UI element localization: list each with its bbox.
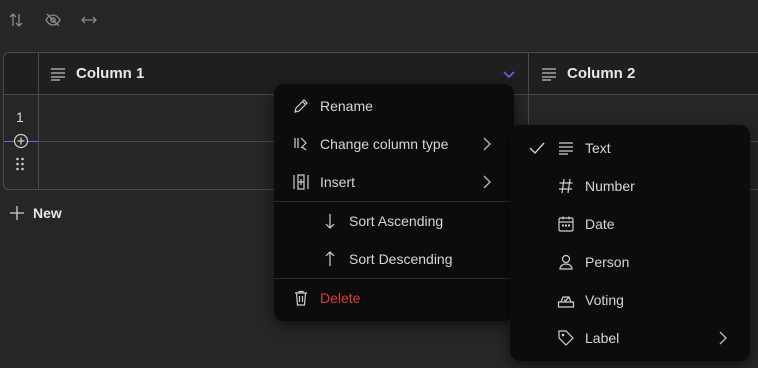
menu-item-insert[interactable]: Insert — [274, 163, 514, 201]
type-option-label[interactable]: Label — [510, 319, 750, 357]
type-option-label: Person — [585, 254, 630, 270]
plus-icon — [10, 206, 24, 220]
column-1-title[interactable]: Column 1 — [76, 65, 144, 82]
new-row-label: New — [33, 205, 62, 221]
ballot-box-icon — [557, 296, 575, 308]
type-option-label-text: Label — [585, 330, 620, 346]
insert-column-icon — [293, 174, 309, 190]
pencil-icon — [294, 99, 308, 113]
type-option-label: Text — [585, 140, 611, 156]
row-number: 1 — [16, 109, 24, 125]
text-type-icon — [542, 68, 556, 81]
text-type-icon — [51, 68, 65, 81]
menu-item-label: Sort Descending — [349, 251, 453, 267]
type-option-date[interactable]: Date — [510, 205, 750, 243]
menu-item-label: Change column type — [320, 136, 449, 152]
person-icon — [559, 254, 573, 270]
type-option-number[interactable]: Number — [510, 167, 750, 205]
add-row-icon[interactable] — [13, 133, 29, 149]
text-type-icon — [559, 142, 573, 155]
type-option-person[interactable]: Person — [510, 243, 750, 281]
type-option-text[interactable]: Text — [510, 129, 750, 167]
checkmark-icon — [529, 142, 545, 155]
change-type-icon — [294, 137, 307, 151]
new-row-button[interactable]: New — [9, 203, 69, 223]
column-type-submenu: Text Number Date Person Voting Label — [510, 125, 750, 361]
menu-item-delete[interactable]: Delete — [274, 279, 514, 317]
chevron-down-icon[interactable] — [503, 69, 515, 79]
arrow-up-icon — [325, 251, 335, 266]
tag-icon — [558, 330, 574, 346]
sort-arrows-icon[interactable] — [7, 11, 25, 29]
type-option-label: Date — [585, 216, 615, 232]
drag-handle-icon[interactable] — [15, 157, 25, 171]
column-2-title[interactable]: Column 2 — [567, 65, 635, 82]
menu-item-label: Insert — [320, 174, 356, 190]
arrow-down-icon — [325, 214, 335, 229]
resize-arrows-icon[interactable] — [80, 11, 98, 29]
chevron-right-icon — [719, 331, 727, 345]
hash-icon — [559, 178, 573, 194]
menu-item-sort-ascending[interactable]: Sort Ascending — [274, 202, 514, 240]
column-context-menu: Rename Change column type Insert Sort As… — [274, 84, 514, 321]
menu-item-change-column-type[interactable]: Change column type — [274, 125, 514, 163]
hide-eye-icon[interactable] — [44, 11, 62, 29]
menu-item-rename[interactable]: Rename — [274, 87, 514, 125]
menu-item-label: Rename — [320, 98, 373, 114]
chevron-right-icon — [483, 175, 491, 189]
chevron-right-icon — [483, 137, 491, 151]
calendar-icon — [558, 216, 574, 232]
type-option-label: Voting — [585, 292, 624, 308]
menu-item-label: Sort Ascending — [349, 213, 444, 229]
trash-icon — [295, 290, 307, 306]
type-option-label: Number — [585, 178, 635, 194]
menu-item-sort-descending[interactable]: Sort Descending — [274, 240, 514, 278]
menu-item-label: Delete — [320, 290, 361, 306]
type-option-voting[interactable]: Voting — [510, 281, 750, 319]
